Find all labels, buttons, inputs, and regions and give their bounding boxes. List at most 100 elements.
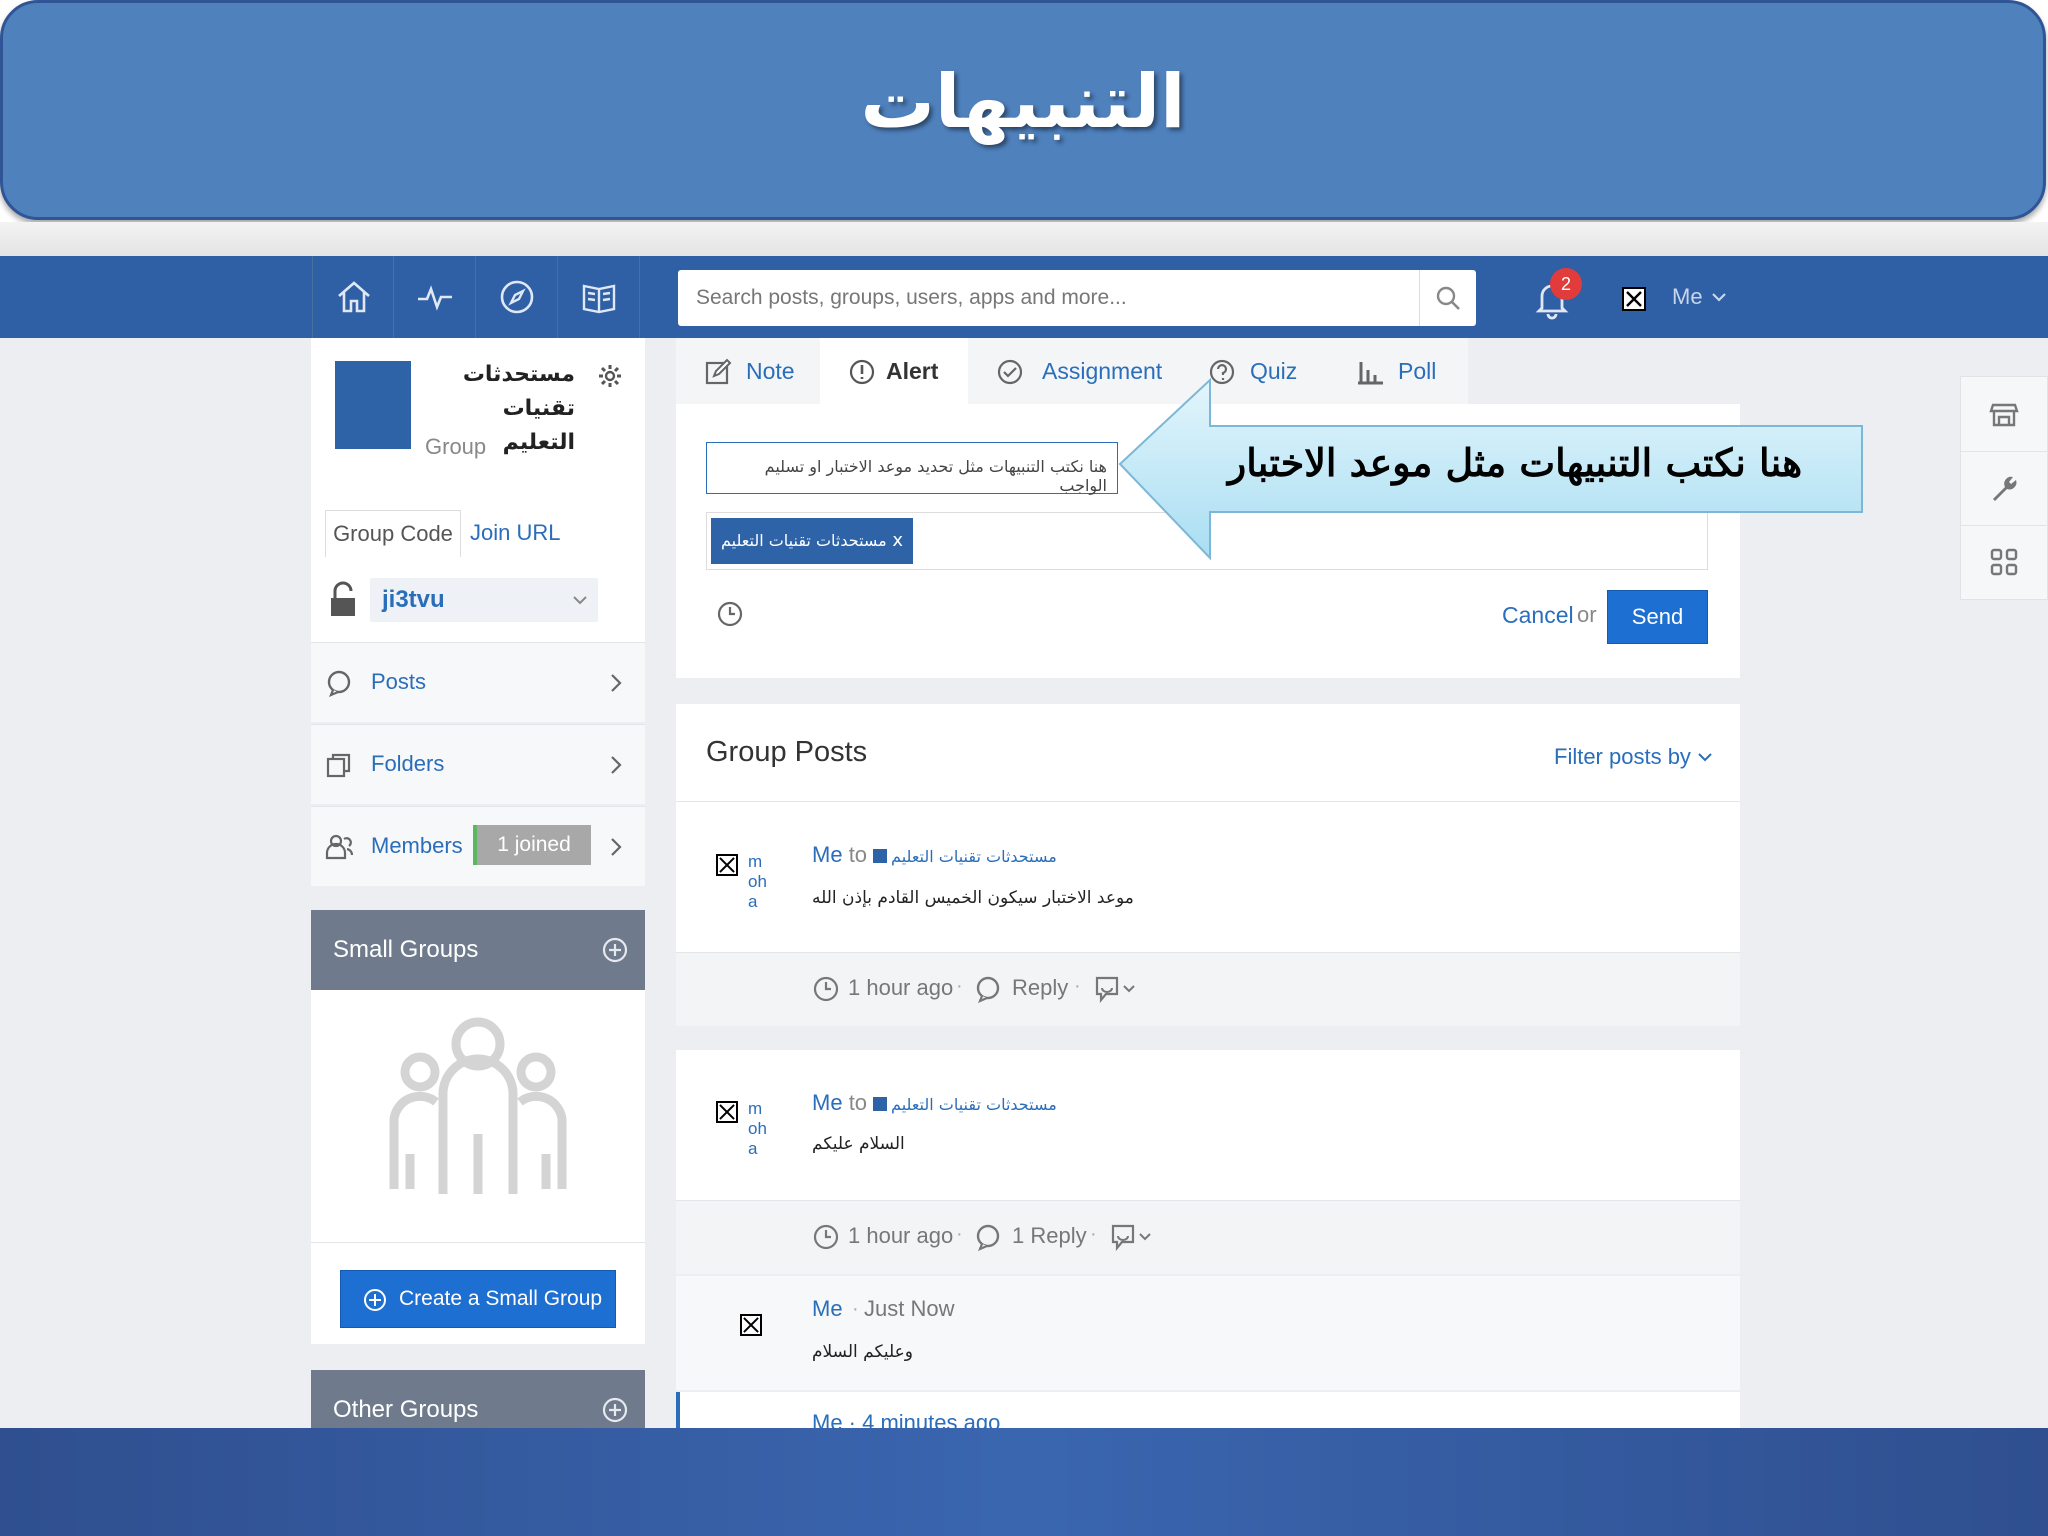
add-circle-icon[interactable] (601, 1396, 629, 1424)
activity-icon (418, 285, 452, 311)
home-icon (338, 281, 370, 313)
author-avatar-icon[interactable] (716, 854, 738, 876)
folders-icon (326, 753, 351, 778)
tab-note[interactable]: Note (676, 338, 820, 404)
post-footer: 1 hour ago · 1 Reply · (676, 1200, 1740, 1274)
small-groups-title: Small Groups (333, 936, 479, 963)
chevron-down-icon[interactable] (1710, 288, 1728, 306)
post-body: موعد الاختبار سيكون الخميس القادم بإذن ا… (812, 888, 1134, 908)
book-icon (582, 284, 616, 314)
tab-group-code[interactable]: Group Code (325, 510, 461, 557)
replies-count-button[interactable]: 1 Reply (1012, 1223, 1087, 1249)
reply-icon (976, 976, 1000, 1003)
chevron-down-icon (1698, 753, 1712, 762)
app-store-button[interactable] (1961, 377, 2048, 452)
recipient-chip: مستحدثات تقنيات التعليم x (711, 518, 913, 564)
slide-title: التنبيهات (860, 59, 1186, 145)
group-square-icon (873, 1097, 888, 1111)
post-item (676, 1050, 1740, 1200)
apps-grid-button[interactable] (1961, 525, 2048, 599)
create-small-group-button[interactable]: Create a Small Group (340, 1270, 616, 1328)
library-nav[interactable] (558, 256, 640, 338)
small-groups-header: Small Groups (311, 910, 645, 990)
tools-button[interactable] (1961, 451, 2048, 526)
sidebar-item-posts[interactable]: Posts (311, 642, 645, 722)
tab-alert[interactable]: Alert (820, 338, 968, 404)
post-author[interactable]: Me (812, 1090, 843, 1115)
sidebar-item-label: Posts (371, 669, 427, 694)
reply-body: وعليكم السلام (812, 1342, 913, 1362)
user-avatar-icon[interactable] (1622, 287, 1646, 311)
chevron-right-icon (611, 838, 622, 856)
post-body: السلام عليكم (812, 1134, 905, 1154)
reaction-icon[interactable] (1110, 1223, 1156, 1251)
search-input[interactable] (678, 270, 1418, 326)
activity-nav[interactable] (394, 256, 476, 338)
home-nav[interactable] (312, 256, 394, 338)
divider (311, 1242, 645, 1243)
post-group[interactable]: مستحدثات تقنيات التعليم (891, 847, 1057, 866)
author-avatar-icon[interactable] (716, 1101, 738, 1123)
alert-text-input[interactable]: هنا نكتب التنبيهات مثل تحديد موعد الاختب… (706, 442, 1118, 495)
sidebar-item-members[interactable]: Members 1 joined (311, 806, 645, 886)
slide-footer-bar (0, 1428, 2048, 1536)
reply-icon (976, 1224, 1000, 1251)
post-author[interactable]: Me (812, 842, 843, 867)
post-header: Me to مستحدثات تقنيات التعليم (812, 842, 1057, 867)
people-group-icon (389, 1017, 567, 1194)
discover-nav[interactable] (476, 256, 558, 338)
reply-time: Just Now (864, 1296, 955, 1321)
remove-recipient-button[interactable]: x (892, 530, 903, 551)
reply-item: Me · Just Now وعليكم السلام (676, 1276, 1740, 1390)
group-square-icon (873, 849, 888, 863)
recipient-name: مستحدثات تقنيات التعليم (721, 531, 887, 550)
me-menu[interactable]: Me (1672, 284, 1703, 310)
search-box (678, 270, 1476, 326)
search-button[interactable] (1419, 270, 1476, 326)
author-avatar-name: m oh a (748, 1099, 767, 1158)
reply-avatar-icon[interactable] (740, 1314, 762, 1336)
store-icon (1989, 403, 2019, 427)
post-group[interactable]: مستحدثات تقنيات التعليم (891, 1095, 1057, 1114)
group-code-value: ji3tvu (382, 586, 445, 613)
notification-badge: 2 (1550, 268, 1582, 300)
add-circle-icon (364, 1289, 386, 1311)
post-footer: 1 hour ago · Reply · (676, 952, 1740, 1026)
sidebar-item-label: Members (371, 833, 463, 858)
post-header-partial[interactable]: Me · 4 minutes ago (812, 1410, 1000, 1428)
callout-text: هنا نكتب التنبيهات مثل موعد الاختبار (1227, 440, 1803, 485)
author-avatar-name: m oh a (748, 852, 767, 911)
tab-join-url[interactable]: Join URL (470, 510, 560, 556)
post-item (676, 802, 1740, 952)
clock-icon (813, 1224, 839, 1250)
chevron-right-icon (611, 674, 622, 692)
post-time: 1 hour ago (848, 1223, 954, 1248)
other-groups-header: Other Groups (311, 1370, 645, 1428)
alert-icon (849, 359, 875, 385)
members-joined-badge: 1 joined (473, 825, 591, 865)
cancel-button[interactable]: Cancel (1502, 602, 1574, 629)
speech-bubble-icon (327, 670, 351, 697)
sidebar-item-folders[interactable]: Folders (311, 724, 645, 804)
sidebar-item-label: Folders (371, 751, 445, 776)
filter-posts-dropdown[interactable]: Filter posts by (1554, 744, 1713, 770)
reaction-icon[interactable] (1094, 975, 1140, 1003)
send-button[interactable]: Send (1607, 590, 1708, 644)
wrench-icon (1993, 476, 2017, 501)
other-groups-title: Other Groups (333, 1396, 479, 1423)
create-small-group-label: Create a Small Group (399, 1287, 603, 1310)
add-circle-icon[interactable] (601, 936, 629, 964)
slide-title-banner: التنبيهات (0, 0, 2046, 220)
side-tools (1960, 376, 2048, 600)
gear-icon[interactable] (596, 362, 624, 390)
reply-author[interactable]: Me (812, 1296, 843, 1322)
unlock-icon[interactable] (328, 580, 358, 620)
group-posts-header: Group Posts Filter posts by (676, 704, 1740, 802)
clock-icon[interactable] (716, 600, 744, 628)
members-icon (325, 834, 353, 860)
group-code-select[interactable]: ji3tvu (370, 578, 598, 622)
group-avatar[interactable] (335, 361, 411, 449)
group-type-label: Group (425, 434, 487, 459)
top-nav-bar: 2 Me (0, 256, 2048, 338)
reply-button[interactable]: Reply (1012, 975, 1068, 1001)
